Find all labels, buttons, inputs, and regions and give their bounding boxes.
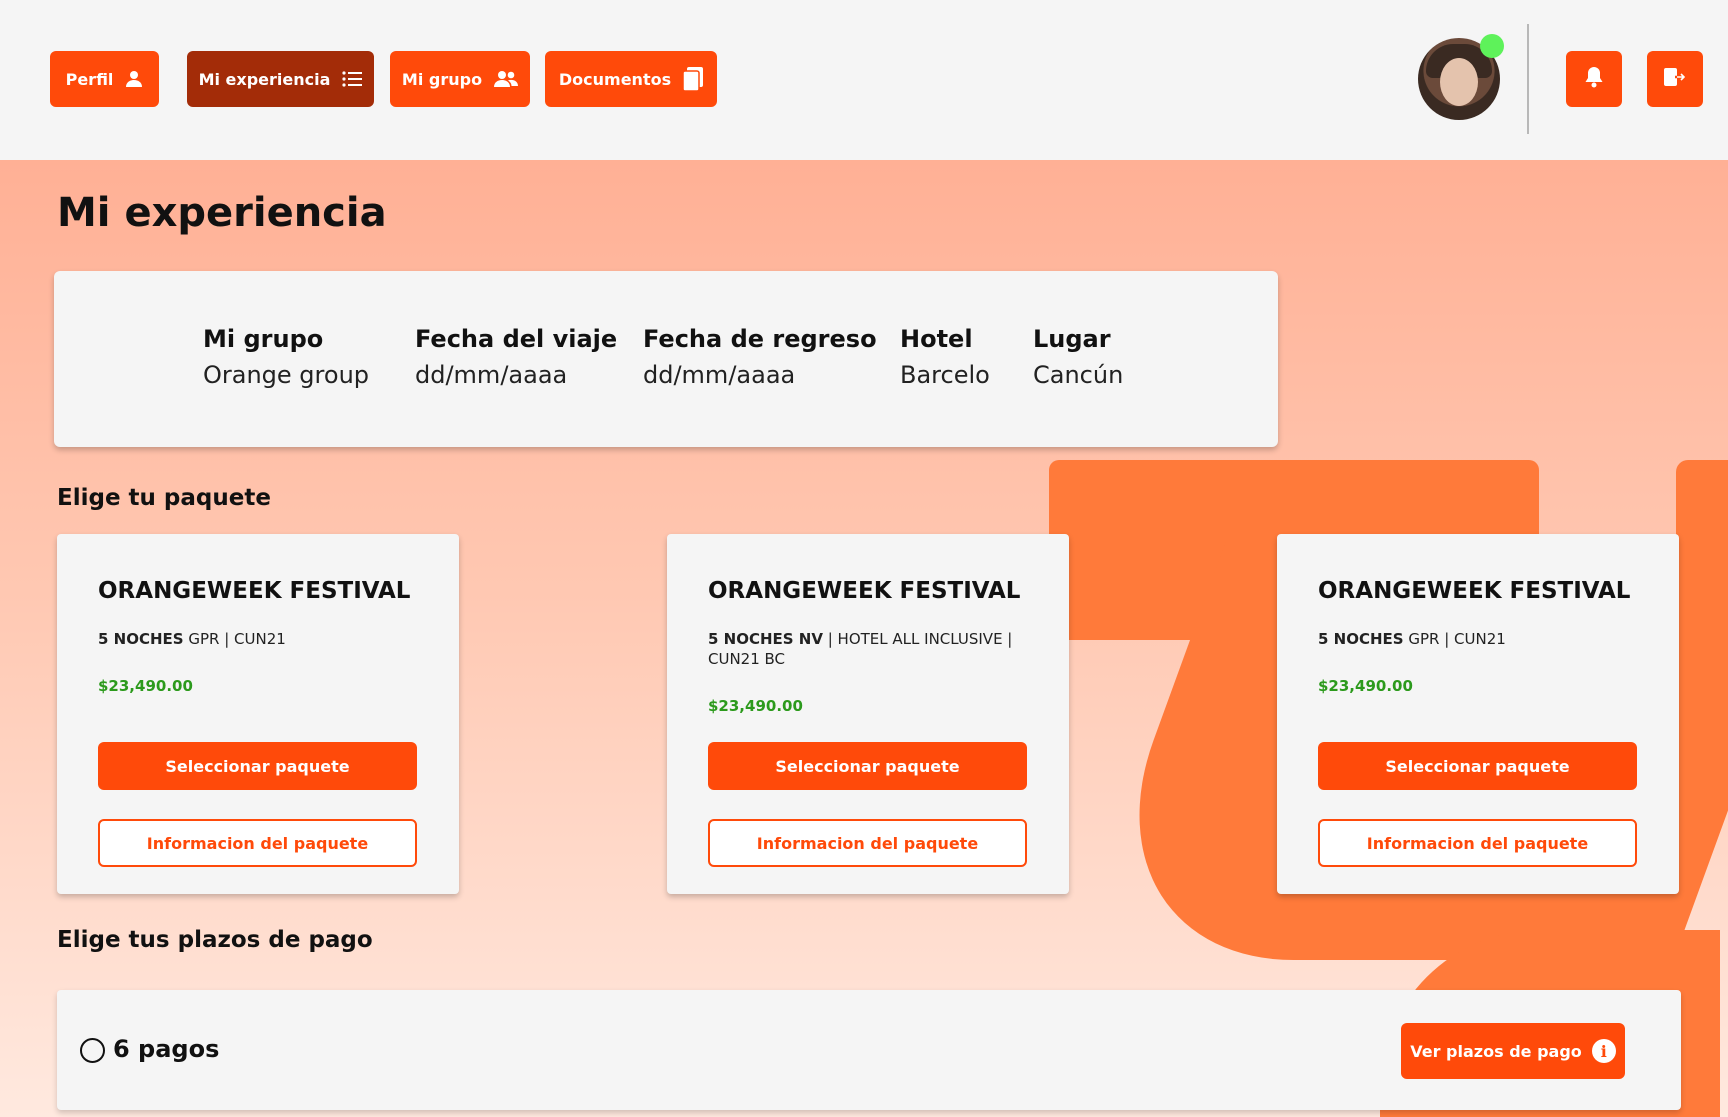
page-title: Mi experiencia: [57, 190, 387, 236]
view-payment-plans-button[interactable]: Ver plazos de pago i: [1401, 1023, 1625, 1079]
trip-group-label: Mi grupo: [203, 325, 324, 353]
packages-section-title: Elige tu paquete: [57, 485, 271, 511]
payment-plan-card: 6 pagos Ver plazos de pago i: [57, 990, 1681, 1110]
package-description: 5 NOCHES GPR | CUN21: [1318, 629, 1640, 649]
trip-group-value: Orange group: [203, 361, 370, 389]
top-header: Perfil Mi experiencia Mi grupo Documento…: [0, 0, 1728, 160]
nav-mi-grupo-label: Mi grupo: [401, 69, 483, 89]
payment-option-label: 6 pagos: [113, 1035, 220, 1063]
package-info-button[interactable]: Informacion del paquete: [98, 819, 417, 867]
view-payment-plans-label: Ver plazos de pago: [1410, 1041, 1582, 1061]
package-info-button[interactable]: Informacion del paquete: [1318, 819, 1637, 867]
bell-icon: [1584, 66, 1604, 92]
package-nights: 5 NOCHES NV: [708, 630, 823, 648]
notifications-button[interactable]: [1566, 51, 1622, 107]
trip-return: Fecha de regreso dd/mm/aaaa: [643, 325, 877, 389]
main-content: Mi experiencia Mi grupo Orange group Fec…: [0, 160, 1728, 1117]
package-card: ORANGEWEEK FESTIVAL 5 NOCHES NV | HOTEL …: [667, 534, 1069, 894]
background-decoration: [1676, 460, 1728, 760]
nav-mi-experiencia-button[interactable]: Mi experiencia: [187, 51, 374, 107]
trip-group: Mi grupo Orange group: [203, 325, 369, 389]
package-nights: 5 NOCHES: [1318, 630, 1404, 648]
online-status-indicator: [1480, 34, 1504, 58]
select-package-button[interactable]: Seleccionar paquete: [98, 742, 417, 790]
package-card: ORANGEWEEK FESTIVAL 5 NOCHES GPR | CUN21…: [1277, 534, 1679, 894]
nav-documentos-label: Documentos: [558, 69, 672, 89]
payment-option-radio[interactable]: [80, 1038, 105, 1063]
users-icon: [494, 70, 519, 88]
user-icon: [125, 70, 143, 88]
trip-place-value: Cancún: [1033, 361, 1124, 389]
trip-hotel: Hotel Barcelo: [900, 325, 990, 389]
package-nights: 5 NOCHES: [98, 630, 184, 648]
document-icon: [683, 67, 704, 91]
logout-button[interactable]: [1647, 51, 1703, 107]
nav-mi-experiencia-label: Mi experiencia: [198, 69, 331, 89]
nav-mi-grupo-button[interactable]: Mi grupo: [390, 51, 530, 107]
trip-return-value: dd/mm/aaaa: [643, 361, 796, 389]
trip-departure: Fecha del viaje dd/mm/aaaa: [415, 325, 617, 389]
package-description: 5 NOCHES GPR | CUN21: [98, 629, 420, 649]
trip-departure-value: dd/mm/aaaa: [415, 361, 568, 389]
avatar-face: [1440, 58, 1478, 106]
package-description: 5 NOCHES NV | HOTEL ALL INCLUSIVE | CUN2…: [708, 629, 1030, 669]
package-details: GPR | CUN21: [1403, 630, 1506, 648]
trip-hotel-label: Hotel: [900, 325, 973, 353]
trip-place: Lugar Cancún: [1033, 325, 1123, 389]
package-name: ORANGEWEEK FESTIVAL: [1318, 578, 1631, 604]
package-price: $23,490.00: [708, 697, 803, 715]
package-name: ORANGEWEEK FESTIVAL: [98, 578, 411, 604]
select-package-button[interactable]: Seleccionar paquete: [708, 742, 1027, 790]
package-card: ORANGEWEEK FESTIVAL 5 NOCHES GPR | CUN21…: [57, 534, 459, 894]
info-icon: i: [1591, 1039, 1616, 1063]
package-name: ORANGEWEEK FESTIVAL: [708, 578, 1021, 604]
select-package-button[interactable]: Seleccionar paquete: [1318, 742, 1637, 790]
package-details: GPR | CUN21: [183, 630, 286, 648]
nav-perfil-label: Perfil: [65, 69, 114, 89]
trip-departure-label: Fecha del viaje: [415, 325, 618, 353]
package-info-button[interactable]: Informacion del paquete: [708, 819, 1027, 867]
package-price: $23,490.00: [1318, 677, 1413, 695]
trip-place-label: Lugar: [1033, 325, 1111, 353]
logout-icon: [1664, 67, 1686, 91]
trip-info-card: Mi grupo Orange group Fecha del viaje dd…: [54, 271, 1278, 447]
nav-documentos-button[interactable]: Documentos: [545, 51, 717, 107]
package-price: $23,490.00: [98, 677, 193, 695]
trip-return-label: Fecha de regreso: [643, 325, 877, 353]
header-divider: [1527, 24, 1529, 134]
nav-perfil-button[interactable]: Perfil: [50, 51, 159, 107]
payments-section-title: Elige tus plazos de pago: [57, 927, 373, 953]
list-icon: [342, 70, 363, 88]
trip-hotel-value: Barcelo: [900, 361, 990, 389]
